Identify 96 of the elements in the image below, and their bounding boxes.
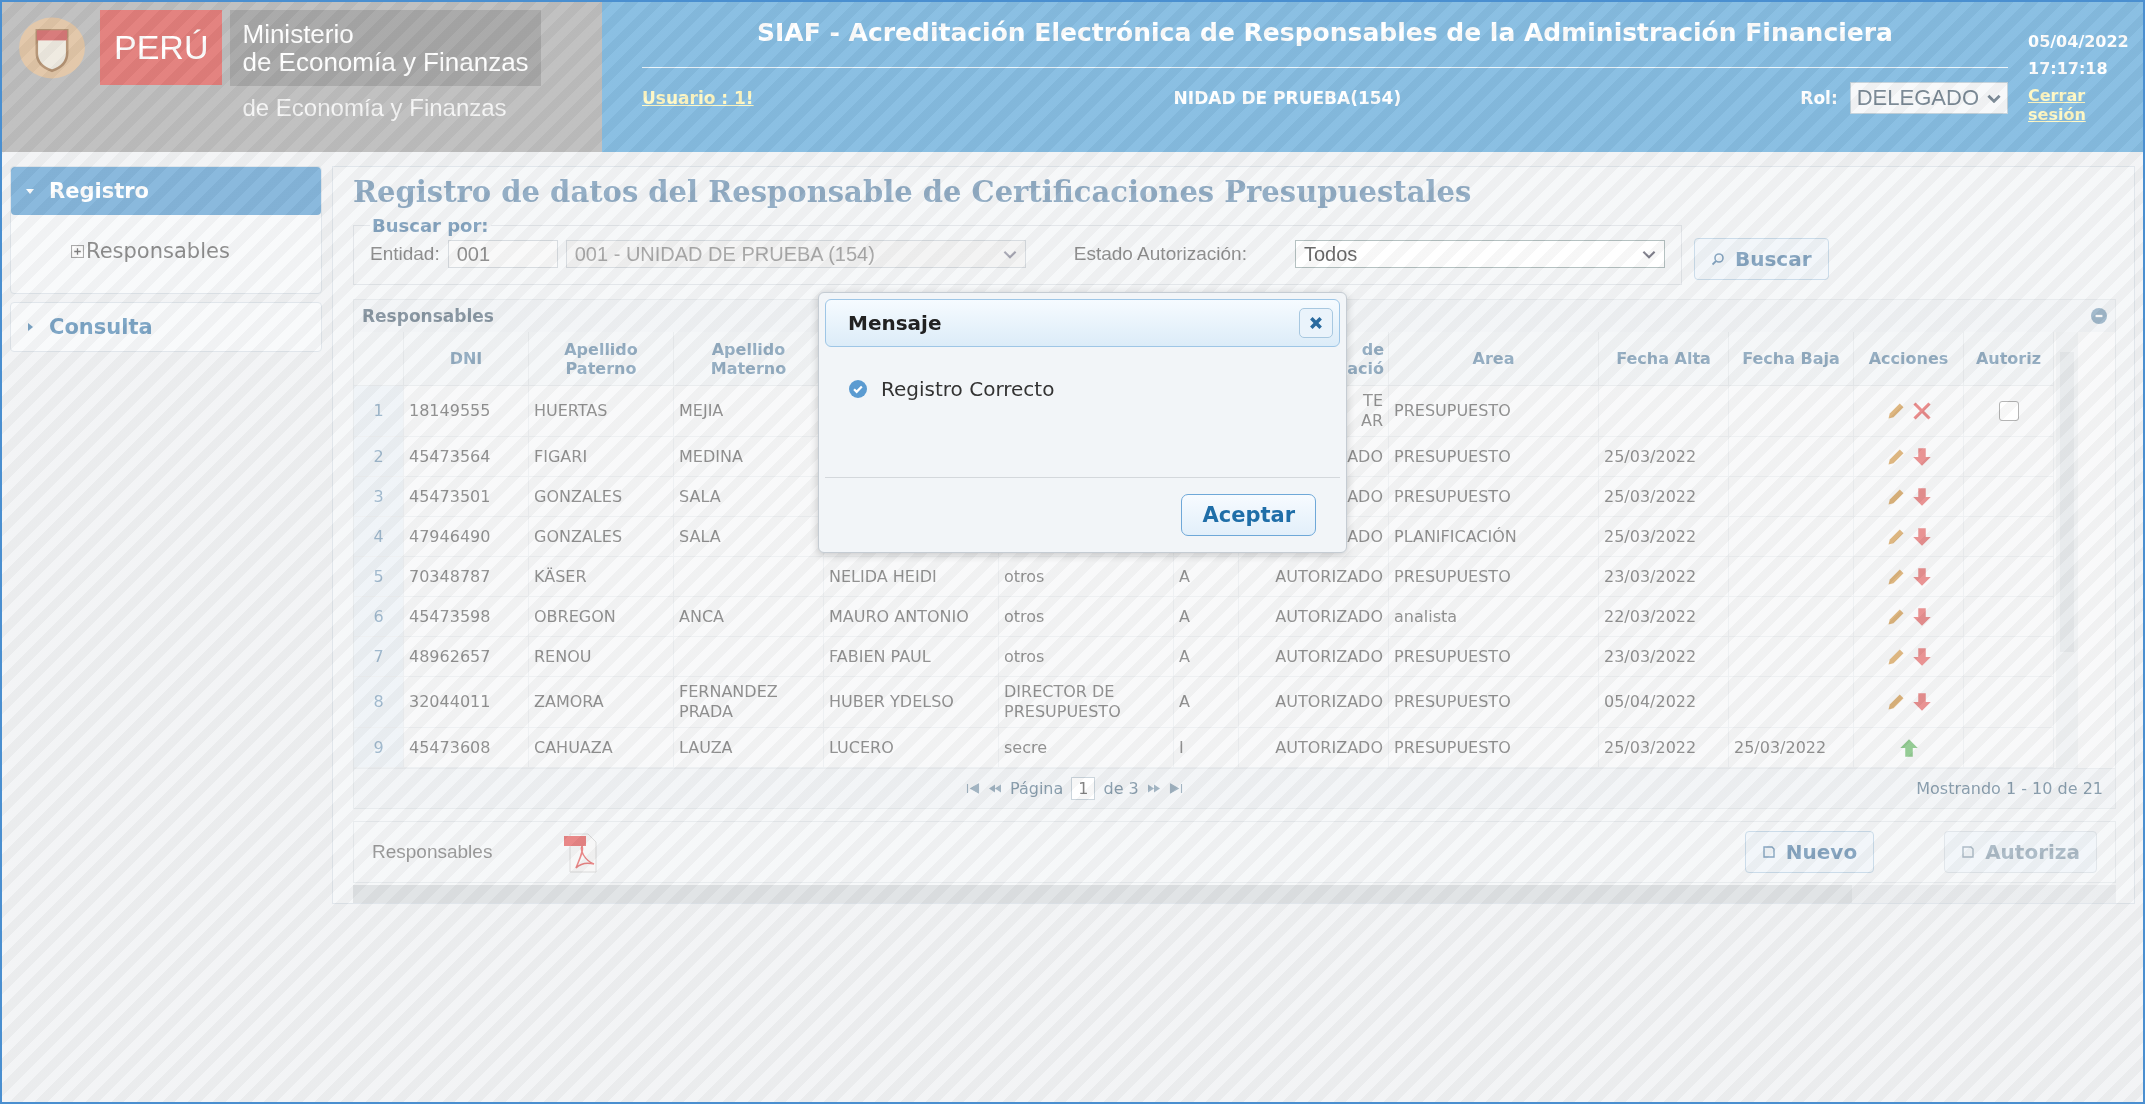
table-cell: PLANIFICACIÓN bbox=[1389, 517, 1599, 557]
app-title: SIAF - Acreditación Electrónica de Responsables de la Administración Financiera bbox=[642, 18, 2008, 68]
table-cell: PRESUPUESTO bbox=[1389, 677, 1599, 728]
column-header[interactable]: Acciones bbox=[1854, 332, 1964, 386]
search-button[interactable]: Buscar bbox=[1693, 238, 1829, 280]
table-cell: HUBER YDELSO bbox=[824, 677, 999, 728]
table-cell: 22/03/2022 bbox=[1599, 597, 1729, 637]
table-cell: PRESUPUESTO bbox=[1389, 557, 1599, 597]
table-cell: 32044011 bbox=[404, 677, 529, 728]
status-label: Estado Autorización: bbox=[1073, 243, 1247, 265]
row-number: 8 bbox=[354, 677, 404, 728]
tree-item[interactable]: Responsables bbox=[71, 239, 321, 263]
page-number-field[interactable]: 1 bbox=[1071, 777, 1096, 800]
table-cell: AUTORIZADO bbox=[1239, 557, 1389, 597]
page-label: Página bbox=[1010, 779, 1064, 798]
status-select[interactable]: Todos bbox=[1294, 240, 1665, 268]
table-cell: FERNANDEZ PRADA bbox=[674, 677, 824, 728]
table-cell: GONZALES bbox=[529, 517, 674, 557]
table-cell: RENOU bbox=[529, 637, 674, 677]
column-header[interactable]: Fecha Alta bbox=[1599, 332, 1729, 386]
user-link[interactable]: Usuario : 1! bbox=[642, 88, 754, 108]
entity-label: Entidad: bbox=[370, 243, 440, 265]
table-cell: DIRECTOR DE PRESUPUESTO bbox=[999, 677, 1174, 728]
table-cell: A bbox=[1174, 597, 1239, 637]
table-cell: AUTORIZADO bbox=[1239, 637, 1389, 677]
table-cell: AUTORIZADO bbox=[1239, 677, 1389, 728]
sidebar-section[interactable]: Consulta bbox=[11, 303, 321, 351]
row-number: 5 bbox=[354, 557, 404, 597]
unit-name: NIDAD DE PRUEBA(154) bbox=[1173, 88, 1403, 108]
date-text: 05/04/2022 bbox=[2028, 32, 2130, 51]
new-button[interactable]: Nuevo bbox=[1744, 831, 1875, 873]
table-cell: 25/03/2022 bbox=[1599, 517, 1729, 557]
row-number: 7 bbox=[354, 637, 404, 677]
table-cell: 05/04/2022 bbox=[1599, 677, 1729, 728]
table-cell: HUERTAS bbox=[529, 386, 674, 437]
table-cell: 23/03/2022 bbox=[1599, 557, 1729, 597]
table-cell: 25/03/2022 bbox=[1599, 477, 1729, 517]
sidebar-section[interactable]: Registro bbox=[11, 167, 321, 215]
report-label: Responsables bbox=[372, 841, 493, 863]
table-cell: OBREGON bbox=[529, 597, 674, 637]
table-cell: analista bbox=[1389, 597, 1599, 637]
ministry-line: de Economía y Finanzas bbox=[242, 48, 529, 76]
table-cell: 18149555 bbox=[404, 386, 529, 437]
column-header[interactable]: Apellido Paterno bbox=[529, 332, 674, 386]
accept-button[interactable]: Aceptar bbox=[1181, 494, 1316, 536]
table-cell: 45473598 bbox=[404, 597, 529, 637]
table-cell: ZAMORA bbox=[529, 677, 674, 728]
table-cell: NELIDA HEIDI bbox=[824, 557, 999, 597]
table-cell: otros bbox=[999, 597, 1174, 637]
fieldset-legend: Buscar por: bbox=[370, 215, 491, 236]
dialog-title: Mensaje bbox=[848, 311, 942, 335]
table-cell: GONZALES bbox=[529, 477, 674, 517]
row-number: 2 bbox=[354, 437, 404, 477]
table-cell: otros bbox=[999, 637, 1174, 677]
table-cell: PRESUPUESTO bbox=[1389, 437, 1599, 477]
row-number: 6 bbox=[354, 597, 404, 637]
table-cell: 47946490 bbox=[404, 517, 529, 557]
table-cell: 48962657 bbox=[404, 637, 529, 677]
logo-text: PERÚ bbox=[100, 10, 223, 85]
panel-title: Responsables bbox=[362, 306, 494, 326]
table-cell: 45473564 bbox=[404, 437, 529, 477]
table-cell: ANCA bbox=[674, 597, 824, 637]
column-header[interactable]: Fecha Baja bbox=[1729, 332, 1854, 386]
table-cell: A bbox=[1174, 557, 1239, 597]
table-cell: MAURO ANTONIO bbox=[824, 597, 999, 637]
dialog-message: Registro Correcto bbox=[881, 377, 1055, 401]
role-label: Rol: bbox=[1800, 88, 1838, 108]
row-number: 9 bbox=[354, 728, 404, 768]
table-cell: PRESUPUESTO bbox=[1389, 386, 1599, 437]
table-cell: A bbox=[1174, 637, 1239, 677]
ministry-line: Ministerio bbox=[242, 20, 355, 48]
table-cell: FIGARI bbox=[529, 437, 674, 477]
page-count: de 3 bbox=[1103, 779, 1139, 798]
records-summary: Mostrando 1 - 10 de 21 bbox=[1916, 779, 2103, 798]
column-header[interactable]: Autoriz bbox=[1964, 332, 2054, 386]
table-cell: otros bbox=[999, 557, 1174, 597]
row-number: 3 bbox=[354, 477, 404, 517]
table-cell: AUTORIZADO bbox=[1239, 597, 1389, 637]
table-cell: 45473501 bbox=[404, 477, 529, 517]
table-cell: 25/03/2022 bbox=[1599, 437, 1729, 477]
column-header[interactable]: Area bbox=[1389, 332, 1599, 386]
table-cell: FABIEN PAUL bbox=[824, 637, 999, 677]
table-cell: PRESUPUESTO bbox=[1389, 637, 1599, 677]
entity-select[interactable]: 001 - UNIDAD DE PRUEBA (154) bbox=[565, 240, 1026, 268]
column-header[interactable]: DNI bbox=[404, 332, 529, 386]
table-cell: PRESUPUESTO bbox=[1389, 477, 1599, 517]
entity-code-field[interactable]: 001 bbox=[447, 240, 558, 268]
page-title: Registro de datos del Responsable de Certificaciones Presupuestales bbox=[353, 175, 1473, 209]
table-cell: 23/03/2022 bbox=[1599, 637, 1729, 677]
time-text: 17:17:18 bbox=[2028, 59, 2109, 78]
table-cell: 70348787 bbox=[404, 557, 529, 597]
role-select[interactable]: DELEGADO bbox=[1849, 82, 2008, 114]
row-number: 1 bbox=[354, 386, 404, 437]
row-number: 4 bbox=[354, 517, 404, 557]
table-cell: A bbox=[1174, 677, 1239, 728]
table-cell: KÄSER bbox=[529, 557, 674, 597]
